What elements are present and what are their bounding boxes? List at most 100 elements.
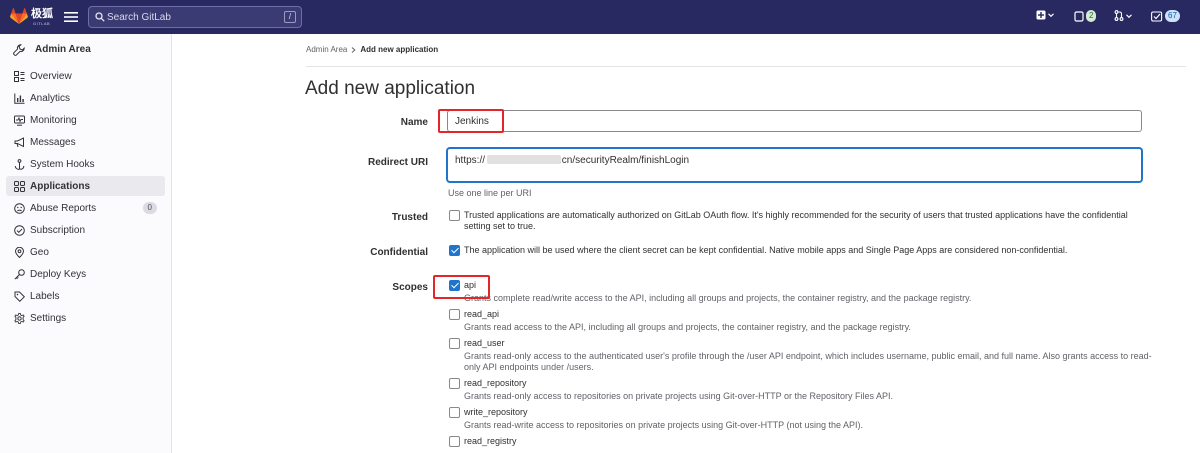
scope-write-repository-name: write_repository [464,407,528,417]
trusted-description: Trusted applications are automatically a… [464,210,1128,231]
scope-api-name: api [464,280,477,290]
wrench-icon [13,43,25,56]
sidebar-item-label: Applications [30,180,91,192]
sidebar-item-system-hooks[interactable]: System Hooks [6,154,165,174]
scope-read-repository-name: read_repository [464,378,527,388]
redirect-uri-hint: Use one line per URI [448,188,532,198]
bullhorn-icon [14,136,24,147]
issues-button[interactable]: 2 [1074,10,1097,22]
monitor-icon [14,115,25,126]
todos-button[interactable]: 67 [1151,10,1180,22]
sidebar-header[interactable]: Admin Area [0,34,171,65]
confidential-label: Confidential [370,247,428,258]
search-box[interactable]: / [88,6,302,28]
new-menu-button[interactable] [1036,10,1054,20]
scope-write-repository-description: Grants read-write access to repositories… [464,420,863,430]
redirect-uri-prefix: https:// [455,155,486,166]
scope-read-repository-description: Grants read-only access to repositories … [464,391,894,401]
plus-square-icon [1036,10,1046,20]
issues-icon [1074,10,1084,22]
redirect-uri-suffix: .cn/securityRealm/finishLogin [559,155,690,166]
todo-check-icon [1151,10,1163,22]
gear-icon [14,312,25,324]
sidebar-item-label: Monitoring [30,114,77,126]
label-icon [14,291,25,302]
todos-count-badge: 67 [1165,10,1180,22]
sidebar-item-label: System Hooks [30,158,95,170]
applications-icon [14,180,25,192]
sidebar-item-label: Labels [30,290,60,302]
sidebar-item-settings[interactable]: Settings [6,308,165,328]
sidebar-item-label: Geo [30,246,49,258]
merge-request-icon [1114,10,1124,21]
menu-icon[interactable] [64,11,78,23]
scope-read-api-checkbox[interactable] [449,309,460,320]
subscription-icon [14,224,25,236]
breadcrumb: Admin Area Add new application [306,45,438,54]
scope-api-description: Grants complete read/write access to the… [464,293,972,303]
name-label: Name [400,117,428,128]
redirect-uri-textarea[interactable]: https:// .cn/securityRealm/finishLogin [447,148,1142,182]
sidebar-item-label: Analytics [30,92,71,104]
sidebar-title: Admin Area [35,44,91,55]
scope-write-repository-checkbox[interactable] [449,407,460,418]
scope-read-registry-name: read_registry [464,436,517,446]
sidebar-item-labels[interactable]: Labels [6,286,165,306]
sidebar-item-subscription[interactable]: Subscription [6,220,165,240]
abuse-icon [14,202,25,214]
hook-icon [14,158,25,170]
sidebar-item-messages[interactable]: Messages [6,132,165,152]
scope-read-api-name: read_api [464,309,500,319]
chevron-down-icon [1126,13,1132,18]
merge-requests-button[interactable] [1114,10,1132,21]
search-input[interactable] [107,10,267,24]
geo-icon [14,246,25,258]
chevron-down-icon [1048,13,1054,18]
redacted-host [487,155,561,164]
scope-read-user-checkbox[interactable] [449,338,460,349]
sidebar-item-label: Overview [30,70,72,82]
admin-sidebar: Admin Area Overview Analytics Monitoring [0,34,172,453]
redirect-uri-label: Redirect URI [367,157,428,168]
scope-read-user-description: Grants read-only access to the authentic… [464,351,1152,372]
sidebar-item-analytics[interactable]: Analytics [6,88,165,108]
sidebar-item-label: Settings [30,312,67,324]
sidebar-item-label: Messages [30,136,76,148]
confidential-checkbox[interactable] [449,245,460,256]
gitlab-logo-icon[interactable] [10,8,28,25]
page-title: Add new application [305,78,476,99]
search-shortcut-hint: / [284,11,296,23]
scope-read-registry-checkbox[interactable] [449,436,460,447]
confidential-description: The application will be used where the c… [464,245,1068,255]
overview-icon [14,70,25,82]
sidebar-item-applications[interactable]: Applications [6,176,165,196]
name-input[interactable] [447,110,1142,132]
key-icon [14,268,25,280]
sidebar-item-deploy-keys[interactable]: Deploy Keys [6,264,165,284]
sidebar-item-overview[interactable]: Overview [6,66,165,86]
scope-api-checkbox[interactable] [449,280,460,291]
trusted-label: Trusted [391,212,428,223]
brand-subtitle: GITLAB [33,21,51,26]
scope-read-user-name: read_user [464,338,505,348]
sidebar-item-label: Abuse Reports [30,202,97,214]
breadcrumb-link-admin-area[interactable]: Admin Area [306,45,347,54]
abuse-reports-count-badge: 0 [142,202,157,214]
chevron-right-icon [352,46,356,53]
sidebar-item-abuse-reports[interactable]: Abuse Reports 0 [6,198,165,218]
top-bar: 极狐 GITLAB / 2 [0,0,1200,34]
divider [306,66,1186,67]
search-icon [95,12,105,22]
merge-requests-count-badge: 2 [1086,10,1097,22]
brand-name[interactable]: 极狐 [31,9,53,20]
breadcrumb-current[interactable]: Add new application [360,45,438,54]
analytics-icon [14,93,25,104]
sidebar-item-geo[interactable]: Geo [6,242,165,262]
scope-read-api-description: Grants read access to the API, including… [464,322,911,332]
sidebar-item-monitoring[interactable]: Monitoring [6,110,165,130]
trusted-checkbox[interactable] [449,210,460,221]
sidebar-item-label: Deploy Keys [30,268,87,280]
sidebar-item-label: Subscription [30,224,86,236]
scope-read-repository-checkbox[interactable] [449,378,460,389]
scopes-label: Scopes [392,282,428,293]
